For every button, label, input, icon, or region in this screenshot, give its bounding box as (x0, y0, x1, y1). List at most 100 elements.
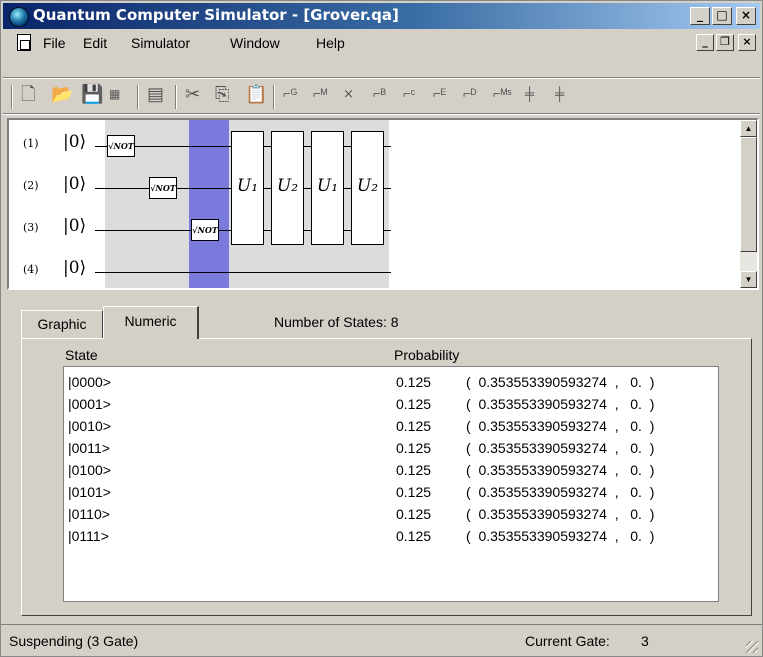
title-bar[interactable]: Quantum Computer Simulator - [Grover.qa]… (3, 3, 760, 29)
probability-value: 0.125 (396, 484, 432, 500)
tab-numeric[interactable]: Numeric (103, 306, 199, 339)
state-label: |0001> (68, 396, 111, 412)
cut-icon[interactable]: ✂ (185, 85, 200, 103)
state-label: |0101> (68, 484, 111, 500)
qubit-wire-4 (95, 272, 391, 273)
probability-value: 0.125 (396, 418, 432, 434)
wire-initial-state-2: |0⟩ (63, 174, 87, 194)
probability-value: 0.125 (396, 506, 432, 522)
gate-c-icon[interactable]: ⌐ᶜ (403, 85, 415, 103)
scroll-up-button[interactable]: ▲ (740, 120, 757, 137)
u2-gate-2[interactable]: U₂ (351, 131, 384, 245)
gate-add2-icon[interactable]: ╪ (555, 85, 564, 103)
list-item[interactable]: |0001> 0.125 ( 0.353553390593274 , 0. ) (64, 393, 718, 415)
mdi-restore-button[interactable]: ❐ (716, 34, 734, 51)
states-count: Number of States: 8 (274, 314, 399, 330)
gate-m-icon[interactable]: ⌐ᴹ (313, 85, 327, 103)
probability-value: 0.125 (396, 528, 432, 544)
menu-simulator[interactable]: Simulator (131, 35, 190, 51)
amplitude-value: ( 0.353553390593274 , 0. ) (466, 528, 655, 544)
u2-gate-1[interactable]: U₂ (271, 131, 304, 245)
gate-ms-icon[interactable]: ⌐ᴹˢ (493, 85, 512, 103)
document-icon[interactable] (17, 34, 31, 51)
state-label: |0111> (68, 528, 109, 544)
sqrt-not-gate-2[interactable]: √NOT (149, 177, 177, 199)
paste-icon[interactable]: 📋 (245, 85, 267, 103)
amplitude-value: ( 0.353553390593274 , 0. ) (466, 396, 655, 412)
mdi-minimize-button[interactable]: _ (696, 34, 714, 51)
gate-b-icon[interactable]: ⌐ᴮ (373, 85, 386, 103)
tab-graphic[interactable]: Graphic (21, 310, 103, 338)
toolbar-grip (11, 85, 13, 109)
states-count-value: 8 (390, 314, 399, 330)
current-gate-label: Current Gate: (525, 633, 610, 649)
menu-bar: File Edit Simulator Window Help _ ❐ × (3, 31, 760, 55)
mdi-close-button[interactable]: × (738, 34, 756, 51)
probability-value: 0.125 (396, 396, 432, 412)
window-title: Quantum Computer Simulator - [Grover.qa] (33, 6, 399, 24)
circuit-view[interactable]: (1) (2) (3) (4) |0⟩ |0⟩ |0⟩ |0⟩ √NOT √NO… (7, 118, 759, 290)
new-icon[interactable]: 🗋 (21, 85, 35, 103)
menu-file[interactable]: File (43, 35, 66, 51)
open-icon[interactable]: 📂 (51, 85, 73, 103)
wire-label-4: (4) (23, 263, 39, 276)
circuit-vertical-scrollbar[interactable]: ▲ ▼ (740, 120, 757, 288)
scroll-down-button[interactable]: ▼ (740, 271, 757, 288)
minimize-button[interactable]: _ (690, 7, 710, 25)
wire-initial-state-3: |0⟩ (63, 216, 87, 236)
list-item[interactable]: |0000> 0.125 ( 0.353553390593274 , 0. ) (64, 371, 718, 393)
wire-label-1: (1) (23, 137, 39, 150)
sqrt-not-gate-3[interactable]: √NOT (191, 219, 219, 241)
current-gate-value: 3 (641, 633, 649, 649)
state-label: |0011> (68, 440, 110, 456)
column-header-probability[interactable]: Probability (394, 347, 459, 363)
state-label: |0010> (68, 418, 111, 434)
menu-window[interactable]: Window (230, 35, 280, 51)
sqrt-not-gate-1[interactable]: √NOT (107, 135, 135, 157)
wire-initial-state-1: |0⟩ (63, 132, 87, 152)
toolbar-separator-bottom (3, 113, 760, 115)
gate-config-icon[interactable]: ▦ (109, 85, 120, 103)
scroll-thumb[interactable] (740, 137, 757, 252)
column-header-state[interactable]: State (65, 347, 98, 363)
close-button[interactable]: × (736, 7, 756, 25)
state-list[interactable]: |0000> 0.125 ( 0.353553390593274 , 0. ) |0… (63, 366, 719, 602)
list-item[interactable]: |0111> 0.125 ( 0.353553390593274 , 0. ) (64, 525, 718, 547)
states-count-label: Number of States: (274, 314, 387, 330)
gate-e-icon[interactable]: ⌐ᴱ (433, 85, 446, 103)
save-icon[interactable]: 💾 (81, 85, 103, 103)
probability-value: 0.125 (396, 374, 432, 390)
maximize-button[interactable]: □ (712, 7, 732, 25)
list-item[interactable]: |0011> 0.125 ( 0.353553390593274 , 0. ) (64, 437, 718, 459)
u1-gate-1[interactable]: U₁ (231, 131, 264, 245)
u1-gate-2[interactable]: U₁ (311, 131, 344, 245)
list-item[interactable]: |0110> 0.125 ( 0.353553390593274 , 0. ) (64, 503, 718, 525)
gate-d-icon[interactable]: ⌐ᴰ (463, 85, 476, 103)
probability-value: 0.125 (396, 462, 432, 478)
toolbar-separator (273, 85, 275, 109)
menu-edit[interactable]: Edit (83, 35, 107, 51)
amplitude-value: ( 0.353553390593274 , 0. ) (466, 418, 655, 434)
wire-initial-state-4: |0⟩ (63, 258, 87, 278)
amplitude-value: ( 0.353553390593274 , 0. ) (466, 374, 655, 390)
toolbar-separator (175, 85, 177, 109)
gate-add-icon[interactable]: ╪ (525, 85, 534, 103)
wire-label-2: (2) (23, 179, 39, 192)
gate-g-icon[interactable]: ⌐ᴳ (283, 85, 297, 103)
menu-help[interactable]: Help (316, 35, 345, 51)
menu-separator (3, 77, 760, 79)
state-label: |0100> (68, 462, 111, 478)
amplitude-value: ( 0.353553390593274 , 0. ) (466, 462, 655, 478)
status-bar: Suspending (3 Gate) Current Gate: 3 (1, 624, 762, 657)
copy-icon[interactable]: ⎘ (215, 85, 229, 103)
list-item[interactable]: |0101> 0.125 ( 0.353553390593274 , 0. ) (64, 481, 718, 503)
app-window: Quantum Computer Simulator - [Grover.qa]… (0, 0, 763, 657)
state-label: |0000> (68, 374, 111, 390)
list-item[interactable]: |0100> 0.125 ( 0.353553390593274 , 0. ) (64, 459, 718, 481)
app-icon (9, 7, 29, 27)
list-icon[interactable]: ▤ (147, 85, 164, 103)
wire-label-3: (3) (23, 221, 39, 234)
list-item[interactable]: |0010> 0.125 ( 0.353553390593274 , 0. ) (64, 415, 718, 437)
gate-x-icon[interactable]: ⨯ (343, 85, 354, 103)
resize-grip-icon[interactable] (746, 641, 758, 653)
